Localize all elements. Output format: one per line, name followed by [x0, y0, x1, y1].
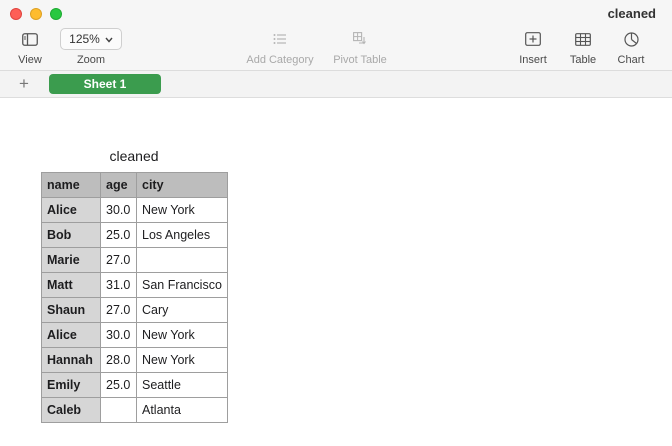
row-header-cell[interactable]: Emily: [41, 372, 101, 398]
insert-icon: [516, 28, 550, 50]
table-row: Emily 25.0 Seattle: [41, 372, 228, 398]
sheet-canvas: cleaned name age city Alice 30.0 New York B…: [0, 98, 672, 446]
row-header-cell[interactable]: Alice: [41, 197, 101, 223]
sidebar-icon: [14, 28, 46, 50]
row-header-cell[interactable]: Caleb: [41, 397, 101, 423]
add-category-button[interactable]: Add Category: [244, 28, 316, 66]
sheet-tab-label: Sheet 1: [83, 77, 127, 91]
minimize-window-button[interactable]: [30, 8, 42, 20]
chevron-down-icon: [105, 32, 113, 46]
chart-label: Chart: [617, 54, 645, 66]
table-cell[interactable]: Seattle: [136, 372, 228, 398]
view-button[interactable]: View: [14, 28, 46, 66]
table-cell[interactable]: 27.0: [100, 297, 137, 323]
row-header-cell[interactable]: Marie: [41, 247, 101, 273]
close-window-button[interactable]: [10, 8, 22, 20]
pivot-table-icon: [330, 28, 390, 50]
header-row: name age city: [41, 172, 228, 198]
table-row: Marie 27.0: [41, 247, 228, 273]
table-cell[interactable]: Atlanta: [136, 397, 228, 423]
chart-button[interactable]: Chart: [614, 28, 648, 66]
add-sheet-button[interactable]: +: [19, 74, 29, 94]
table-row: Matt 31.0 San Francisco: [41, 272, 228, 298]
table-button[interactable]: Table: [567, 28, 599, 66]
table-row: Shaun 27.0 Cary: [41, 297, 228, 323]
table-cell[interactable]: 27.0: [100, 247, 137, 273]
zoom-select[interactable]: 125%: [60, 28, 122, 50]
zoom-label: Zoom: [76, 54, 106, 66]
table-cell[interactable]: 25.0: [100, 372, 137, 398]
table-cell[interactable]: 25.0: [100, 222, 137, 248]
table-cell[interactable]: 30.0: [100, 322, 137, 348]
table-title[interactable]: cleaned: [41, 148, 227, 164]
table-row: Caleb Atlanta: [41, 397, 228, 423]
sheet-tab-bar: + Sheet 1: [0, 71, 672, 98]
table-cell[interactable]: [100, 397, 137, 423]
tab-sheet-1[interactable]: Sheet 1: [49, 74, 161, 94]
column-header[interactable]: age: [100, 172, 137, 198]
view-label: View: [18, 54, 42, 66]
table-cell[interactable]: 28.0: [100, 347, 137, 373]
table-row: Bob 25.0 Los Angeles: [41, 222, 228, 248]
column-header[interactable]: name: [41, 172, 101, 198]
table-cell[interactable]: New York: [136, 347, 228, 373]
row-header-cell[interactable]: Bob: [41, 222, 101, 248]
document-title: cleaned: [607, 6, 656, 21]
table-cell[interactable]: 31.0: [100, 272, 137, 298]
pivot-table-button[interactable]: Pivot Table: [330, 28, 390, 66]
table-row: Hannah 28.0 New York: [41, 347, 228, 373]
table-cell[interactable]: New York: [136, 197, 228, 223]
table-row: Alice 30.0 New York: [41, 197, 228, 223]
row-header-cell[interactable]: Shaun: [41, 297, 101, 323]
table-row: Alice 30.0 New York: [41, 322, 228, 348]
maximize-window-button[interactable]: [50, 8, 62, 20]
row-header-cell[interactable]: Alice: [41, 322, 101, 348]
table-cell[interactable]: Cary: [136, 297, 228, 323]
window-toolbar: cleaned View 125% Zoom Add Category Pivo…: [0, 0, 672, 71]
table-cell[interactable]: 30.0: [100, 197, 137, 223]
row-header-cell[interactable]: Hannah: [41, 347, 101, 373]
insert-button[interactable]: Insert: [516, 28, 550, 66]
zoom-value: 125%: [69, 32, 100, 46]
pie-chart-icon: [614, 28, 648, 50]
zoom-control[interactable]: 125% Zoom: [60, 28, 122, 66]
table-cell[interactable]: San Francisco: [136, 272, 228, 298]
column-header[interactable]: city: [136, 172, 228, 198]
table-icon: [567, 28, 599, 50]
table-label: Table: [569, 54, 597, 66]
add-category-label: Add Category: [246, 54, 314, 66]
insert-label: Insert: [519, 54, 547, 66]
list-icon: [244, 28, 316, 50]
pivot-table-label: Pivot Table: [333, 54, 387, 66]
data-table[interactable]: name age city Alice 30.0 New York Bob 25.0 Lo…: [41, 172, 228, 423]
table-cell[interactable]: New York: [136, 322, 228, 348]
table-cell[interactable]: [136, 247, 228, 273]
row-header-cell[interactable]: Matt: [41, 272, 101, 298]
table-cell[interactable]: Los Angeles: [136, 222, 228, 248]
